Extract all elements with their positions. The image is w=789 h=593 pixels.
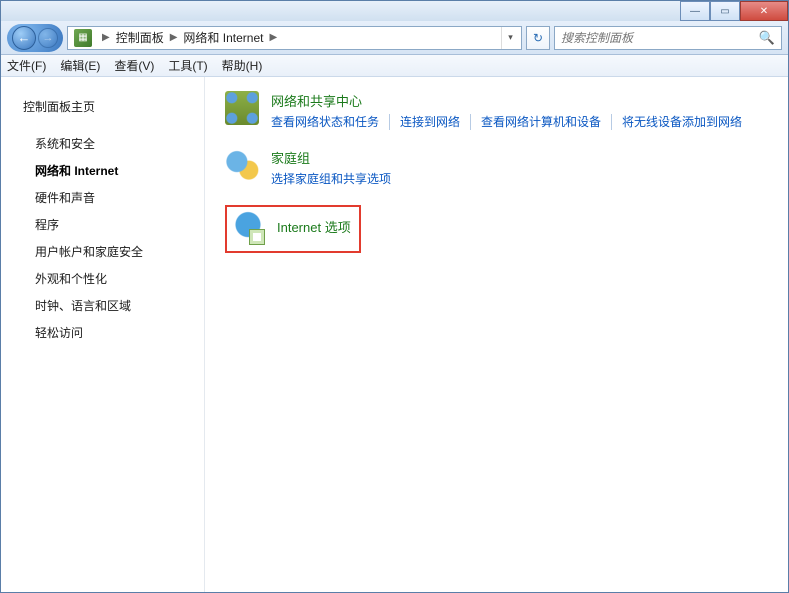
minimize-button[interactable]: — (680, 1, 710, 21)
network-sharing-icon (225, 91, 259, 125)
titlebar: — ▭ ✕ (1, 1, 788, 21)
menu-view[interactable]: 查看(V) (114, 57, 154, 74)
category-title-network[interactable]: 网络和共享中心 (271, 91, 768, 110)
sidebar-item-system-security[interactable]: 系统和安全 (23, 130, 204, 157)
highlight-internet-options: Internet 选项 (225, 205, 361, 253)
sidebar: 控制面板主页 系统和安全 网络和 Internet 硬件和声音 程序 用户帐户和… (1, 77, 205, 592)
address-bar: ← → ▦ ▶ 控制面板 ▶ 网络和 Internet ▶ ▾ ↻ 🔍 (1, 21, 788, 55)
breadcrumb-separator-icon: ▶ (164, 32, 184, 43)
sidebar-item-network-internet[interactable]: 网络和 Internet (23, 157, 204, 184)
breadcrumb-seg-network[interactable]: 网络和 Internet (183, 29, 263, 46)
link-view-network-devices[interactable]: 查看网络计算机和设备 (471, 114, 612, 130)
menubar: 文件(F) 编辑(E) 查看(V) 工具(T) 帮助(H) (1, 55, 788, 77)
close-button[interactable]: ✕ (740, 1, 788, 21)
breadcrumb-separator-icon: ▶ (263, 32, 283, 43)
search-input[interactable] (561, 31, 759, 45)
menu-edit[interactable]: 编辑(E) (60, 57, 100, 74)
sidebar-item-appearance[interactable]: 外观和个性化 (23, 265, 204, 292)
window-frame: — ▭ ✕ ← → ▦ ▶ 控制面板 ▶ 网络和 Internet ▶ ▾ ↻ … (0, 0, 789, 593)
breadcrumb-seg-control-panel[interactable]: 控制面板 (116, 29, 164, 46)
control-panel-icon: ▦ (74, 29, 92, 47)
homegroup-icon (225, 148, 259, 182)
nav-buttons: ← → (7, 24, 63, 52)
back-button[interactable]: ← (12, 26, 36, 50)
refresh-button[interactable]: ↻ (526, 26, 550, 50)
menu-file[interactable]: 文件(F) (7, 57, 46, 74)
internet-options-icon (231, 211, 265, 245)
category-links-homegroup: 选择家庭组和共享选项 (271, 171, 768, 187)
search-box[interactable]: 🔍 (554, 26, 782, 50)
window-controls: — ▭ ✕ (680, 1, 788, 21)
category-title-homegroup[interactable]: 家庭组 (271, 148, 768, 167)
sidebar-home[interactable]: 控制面板主页 (23, 93, 204, 120)
breadcrumb[interactable]: ▦ ▶ 控制面板 ▶ 网络和 Internet ▶ ▾ (67, 26, 522, 50)
category-homegroup: 家庭组 选择家庭组和共享选项 (225, 148, 768, 187)
menu-help[interactable]: 帮助(H) (222, 57, 263, 74)
link-choose-homegroup-options[interactable]: 选择家庭组和共享选项 (271, 171, 401, 187)
sidebar-item-ease-of-access[interactable]: 轻松访问 (23, 319, 204, 346)
sidebar-item-clock-language[interactable]: 时钟、语言和区域 (23, 292, 204, 319)
sidebar-item-programs[interactable]: 程序 (23, 211, 204, 238)
content-area: 网络和共享中心 查看网络状态和任务 连接到网络 查看网络计算机和设备 将无线设备… (205, 77, 788, 592)
category-links-network: 查看网络状态和任务 连接到网络 查看网络计算机和设备 将无线设备添加到网络 (271, 114, 768, 130)
breadcrumb-dropdown-button[interactable]: ▾ (501, 27, 519, 49)
menu-tools[interactable]: 工具(T) (168, 57, 207, 74)
forward-button[interactable]: → (38, 28, 58, 48)
category-title-internet-options[interactable]: Internet 选项 (277, 217, 351, 236)
breadcrumb-separator-icon: ▶ (96, 32, 116, 43)
body-area: 控制面板主页 系统和安全 网络和 Internet 硬件和声音 程序 用户帐户和… (1, 77, 788, 592)
sidebar-item-hardware-sound[interactable]: 硬件和声音 (23, 184, 204, 211)
link-view-network-status[interactable]: 查看网络状态和任务 (271, 114, 390, 130)
search-icon[interactable]: 🔍 (759, 30, 775, 46)
sidebar-item-user-accounts[interactable]: 用户帐户和家庭安全 (23, 238, 204, 265)
category-network-sharing: 网络和共享中心 查看网络状态和任务 连接到网络 查看网络计算机和设备 将无线设备… (225, 91, 768, 130)
link-add-wireless-device[interactable]: 将无线设备添加到网络 (612, 114, 752, 130)
maximize-button[interactable]: ▭ (710, 1, 740, 21)
link-connect-network[interactable]: 连接到网络 (390, 114, 471, 130)
